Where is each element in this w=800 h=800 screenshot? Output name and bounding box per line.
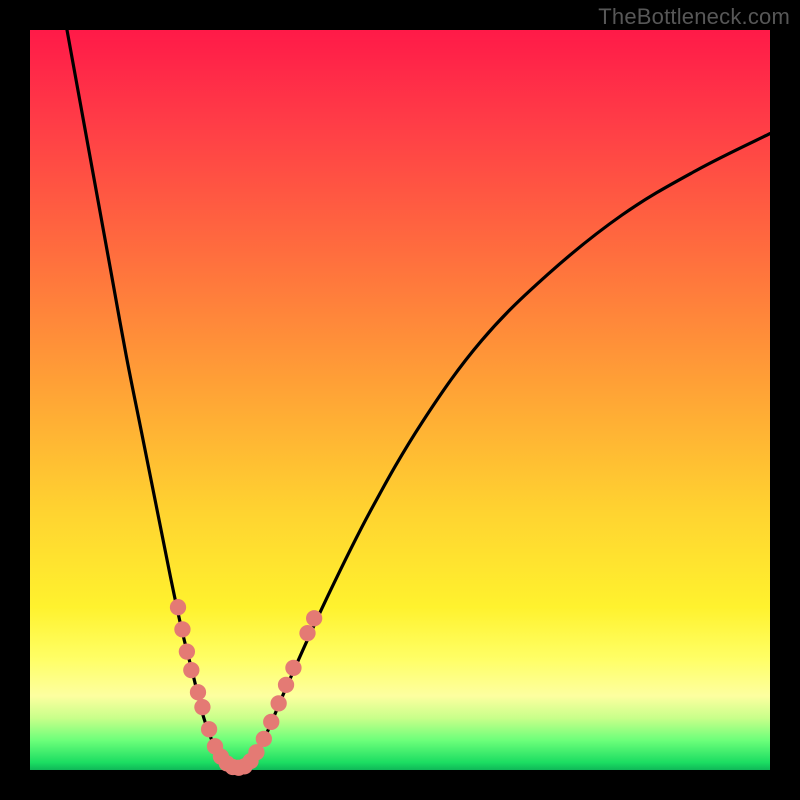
- curve-markers: [170, 599, 322, 776]
- watermark-text: TheBottleneck.com: [598, 4, 790, 30]
- curve-marker: [278, 677, 294, 693]
- curve-marker: [285, 660, 301, 676]
- curve-marker: [190, 684, 206, 700]
- curve-marker: [183, 662, 199, 678]
- bottleneck-curve: [67, 30, 770, 769]
- curve-marker: [174, 621, 190, 637]
- curve-marker: [179, 643, 195, 659]
- curve-marker: [263, 714, 279, 730]
- curve-marker: [306, 610, 322, 626]
- curve-marker: [194, 699, 210, 715]
- curve-marker: [256, 731, 272, 747]
- curve-marker: [170, 599, 186, 615]
- chart-frame: TheBottleneck.com: [0, 0, 800, 800]
- curve-marker: [299, 625, 315, 641]
- curve-marker: [201, 721, 217, 737]
- plot-area: [30, 30, 770, 770]
- curve-overlay: [30, 30, 770, 770]
- curve-marker: [271, 695, 287, 711]
